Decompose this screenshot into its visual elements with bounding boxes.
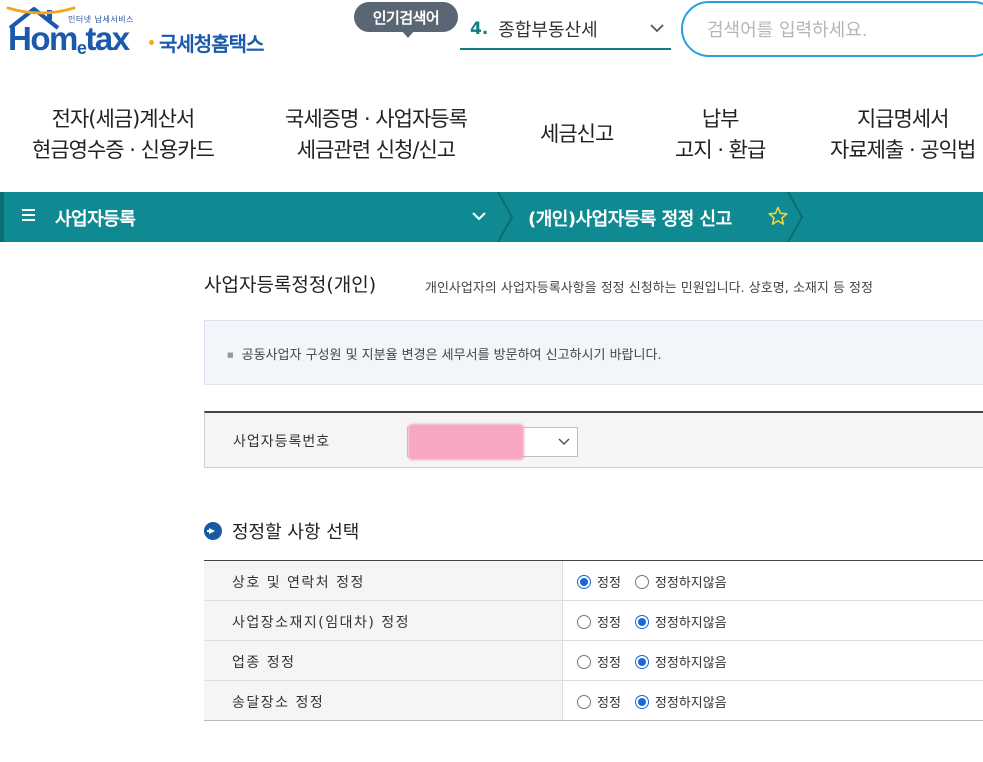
table-row: 업종 정정 정정 정정하지않음: [204, 641, 983, 681]
search-box[interactable]: [681, 1, 983, 57]
search-input[interactable]: [707, 16, 983, 44]
popular-search-badge: 인기검색어: [354, 2, 458, 38]
redacted-value: [408, 424, 524, 460]
page-title: 사업자등록정정(개인): [204, 274, 377, 296]
radio-correct[interactable]: 정정: [577, 692, 621, 711]
popular-term: 종합부동산세: [498, 20, 598, 41]
popular-rank: 4.: [470, 19, 489, 39]
bar-edge: [0, 192, 4, 242]
business-number-label: 사업자등록번호: [233, 434, 331, 450]
radio-button[interactable]: [634, 654, 649, 669]
radio-button[interactable]: [634, 694, 649, 709]
hometax-logo[interactable]: 인터넷 납세서비스 Hometax 국세청홈택스: [6, 6, 271, 64]
chevron-down-icon[interactable]: [470, 209, 488, 223]
radio-button[interactable]: [577, 614, 591, 629]
logo-wordmark: Hometax: [8, 20, 130, 58]
breadcrumb-bar: 사업자등록 (개인)사업자등록 정정 신고: [0, 192, 983, 242]
star-favorite-icon[interactable]: [768, 206, 788, 226]
nav-certificate-registration[interactable]: 국세증명 · 사업자등록 세금관련 신청/신고: [285, 104, 468, 166]
nav-payment-statement[interactable]: 지급명세서 자료제출 · 공익법: [830, 104, 976, 166]
logo-swoosh-icon: [6, 6, 76, 15]
chevron-down-icon: [558, 438, 570, 446]
notice-text: 공동사업자 구성원 및 지분율 변경은 세무서를 방문하여 신고하시기 바랍니다…: [227, 344, 662, 363]
radio-correct[interactable]: 정정: [577, 572, 621, 591]
option-label: 업종 정정: [232, 655, 296, 671]
table-row: 상호 및 연락처 정정 정정 정정하지않음: [204, 561, 983, 601]
nav-tax-filing[interactable]: 세금신고: [540, 119, 614, 150]
radio-no-correct[interactable]: 정정하지않음: [634, 572, 727, 591]
breadcrumb-section[interactable]: 사업자등록: [55, 205, 136, 231]
notice-box: 공동사업자 구성원 및 지분율 변경은 세무서를 방문하여 신고하시기 바랍니다…: [204, 320, 983, 385]
radio-button[interactable]: [577, 694, 591, 709]
radio-button[interactable]: [577, 654, 591, 669]
radio-no-correct[interactable]: 정정하지않음: [634, 692, 727, 711]
breadcrumb-current-page: (개인)사업자등록 정정 신고: [528, 209, 732, 230]
radio-button[interactable]: [634, 614, 649, 629]
radio-button[interactable]: [577, 574, 591, 589]
breadcrumb-separator: [787, 192, 804, 242]
nav-e-invoice[interactable]: 전자(세금)계산서 현금영수증 · 신용카드: [32, 104, 215, 166]
radio-no-correct[interactable]: 정정하지않음: [634, 612, 727, 631]
table-row: 사업장소재지(임대차) 정정 정정 정정하지않음: [204, 601, 983, 641]
section-header: 정정할 사항 선택: [204, 518, 359, 544]
chevron-down-icon: [650, 24, 664, 33]
option-label: 송달장소 정정: [232, 695, 325, 711]
hamburger-menu-icon[interactable]: [22, 209, 35, 222]
page-description: 개인사업자의 사업자등록사항을 정정 신청하는 민원입니다. 상호명, 소재지 …: [425, 281, 873, 296]
radio-no-correct[interactable]: 정정하지않음: [634, 652, 727, 671]
table-row: 송달장소 정정 정정 정정하지않음: [204, 681, 983, 721]
logo-dot: [149, 40, 154, 45]
business-number-box: 사업자등록번호: [204, 411, 983, 468]
radio-correct[interactable]: 정정: [577, 612, 621, 631]
popular-search-dropdown[interactable]: 4. 종합부동산세: [460, 10, 671, 50]
correction-options-table: 상호 및 연락처 정정 정정 정정하지않음 사업장소재지(임대차) 정정 정정 …: [204, 560, 983, 721]
section-title: 정정할 사항 선택: [232, 522, 360, 543]
main-navigation: 전자(세금)계산서 현금영수증 · 신용카드 국세증명 · 사업자등록 세금관련…: [0, 90, 983, 185]
option-label: 사업장소재지(임대차) 정정: [232, 615, 411, 631]
arrow-circle-icon: [204, 522, 222, 540]
logo-korean-name: 국세청홈택스: [159, 32, 264, 56]
breadcrumb-separator: [497, 192, 514, 242]
option-label: 상호 및 연락처 정정: [232, 575, 365, 591]
nav-payment-refund[interactable]: 납부 고지 · 환급: [675, 104, 766, 166]
radio-correct[interactable]: 정정: [577, 652, 621, 671]
business-number-select[interactable]: [407, 424, 578, 460]
radio-button[interactable]: [634, 574, 649, 589]
